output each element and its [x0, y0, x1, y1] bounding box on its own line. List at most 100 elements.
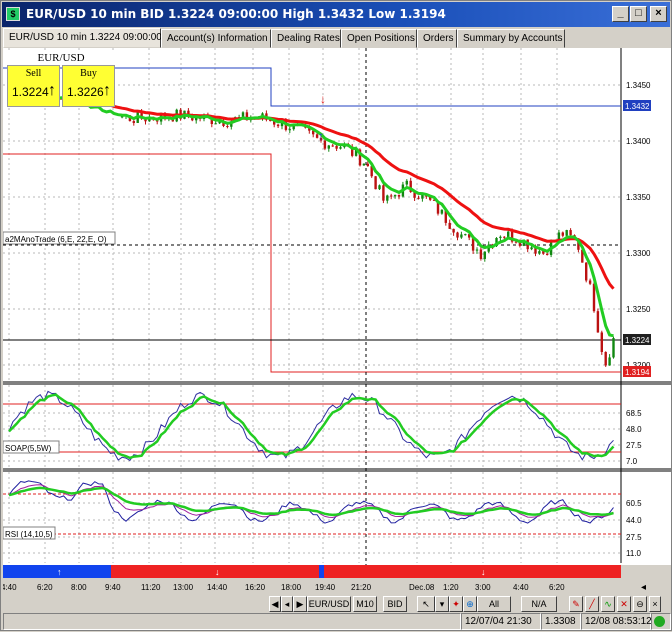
candle-body [588, 280, 592, 284]
candle-body [390, 195, 393, 197]
timeframe-button[interactable]: M10 [353, 596, 377, 612]
x-tick-label: 19:40 [315, 583, 336, 592]
title-bar[interactable]: $ EUR/USD 10 min BID 1.3224 09:00:00 Hig… [2, 2, 670, 27]
tab-label: Dealing Rates [277, 33, 340, 44]
candle-body [612, 338, 615, 358]
chart-window: $ EUR/USD 10 min BID 1.3224 09:00:00 Hig… [0, 0, 672, 631]
tab-label: Open Positions [347, 33, 415, 44]
buy-label: Buy [80, 68, 97, 79]
soap-tick-label: 27.5 [626, 441, 642, 450]
candle-body [366, 163, 369, 167]
scroll-right-icon[interactable]: ▶ [293, 596, 307, 612]
panel-separator [3, 468, 671, 472]
buy-price: 1.3226 [67, 85, 104, 99]
candle-body [460, 234, 463, 238]
cursor-tool-icon[interactable]: ↖ [417, 596, 435, 612]
buy-arrow-icon: ↑ [103, 82, 111, 99]
x-tick-label: 11:20 [141, 583, 161, 592]
symbol-button[interactable]: EUR/USD [307, 596, 351, 612]
scroll-back-icon[interactable]: ◂ [281, 596, 293, 612]
candle-body [339, 147, 342, 149]
candle-body [362, 163, 366, 166]
x-tick-label: 18:00 [281, 583, 302, 592]
buy-button[interactable]: Buy 1.3226 ↑ [62, 65, 115, 107]
candle-body [288, 129, 291, 131]
range-all-button[interactable]: All [477, 596, 511, 612]
tab-orders[interactable]: Orders [417, 29, 457, 48]
x-tick-label: 3:00 [475, 583, 491, 592]
tab-label: Orders [423, 33, 454, 44]
delete-icon[interactable]: ✕ [617, 596, 631, 612]
maximize-icon[interactable]: □ [630, 6, 647, 22]
tab-account-information[interactable]: Account(s) Information [161, 29, 271, 48]
zoom-out-icon[interactable]: ⊖ [633, 596, 647, 612]
x-tick-label: Dec.08 [409, 583, 435, 592]
soap-tick-label: 68.5 [626, 409, 642, 418]
candle-body [596, 311, 600, 333]
x-tick-label: 4:40 [513, 583, 529, 592]
candle-body [546, 253, 549, 255]
tab-dealing-rates[interactable]: Dealing Rates [271, 29, 341, 48]
tab-label: Summary by Accounts [463, 33, 563, 44]
quote-symbol: EUR/USD [7, 51, 115, 65]
status-empty [3, 613, 461, 630]
bid-ask-button[interactable]: BID [383, 596, 407, 612]
window-title: EUR/USD 10 min BID 1.3224 09:00:00 High … [26, 7, 446, 21]
scroll-end-icon: ◂ [641, 582, 646, 593]
candle-body [592, 283, 596, 312]
x-tick-label: 16:20 [245, 583, 266, 592]
candle-body [386, 195, 389, 201]
chart-area[interactable]: 1.3450 1.3400 1.3350 1.3300 1.3250 1.3200 ↓ ↑ 1.… [1, 48, 671, 596]
candle-body [499, 236, 502, 238]
chart-svg[interactable]: 1.34501.34001.33501.33001.32501.3200↓↑1.… [1, 48, 671, 596]
close-chart-icon[interactable]: × [649, 596, 661, 612]
tab-label: EUR/USD 10 min 1.3224 09:00:00 [9, 32, 162, 43]
x-tick-label: 9:40 [105, 583, 121, 592]
price-tick-label: 1.3300 [626, 249, 651, 258]
app-icon: $ [6, 7, 20, 21]
tab-open-positions[interactable]: Open Positions [341, 29, 417, 48]
signal-icon[interactable]: ✦ [449, 596, 463, 612]
pencil-icon[interactable]: ✎ [569, 596, 583, 612]
indicator-icon[interactable]: ∿ [601, 596, 615, 612]
signal-arrow-icon: ↑ [57, 567, 62, 577]
candle-body [405, 180, 408, 185]
x-tick-label: 6:20 [37, 583, 53, 592]
close-icon[interactable]: × [650, 6, 667, 22]
candle-body [378, 185, 381, 190]
candle-body [600, 332, 603, 352]
buy-signal-icon: ↑ [318, 129, 324, 143]
x-tick-label: 1:20 [443, 583, 459, 592]
candle-body [483, 251, 486, 259]
sell-price: 1.3224 [12, 85, 49, 99]
minimize-icon[interactable]: _ [612, 6, 629, 22]
candle-body [561, 232, 564, 236]
tab-chart[interactable]: EUR/USD 10 min 1.3224 09:00:00 [3, 28, 162, 48]
panel-separator [3, 381, 671, 385]
cursor-time: 12/07/04 21:30 [461, 613, 541, 630]
signal-arrow-icon: ↓ [215, 567, 220, 577]
candle-body [417, 197, 420, 199]
candle-body [604, 351, 607, 366]
x-tick-label: 13:00 [173, 583, 194, 592]
candle-body [452, 228, 455, 233]
scroll-left-icon[interactable]: ◀ [269, 596, 281, 612]
x-tick-label: 21:20 [351, 583, 372, 592]
na-button[interactable]: N/A [521, 596, 557, 612]
clock: 12/08 08:53:12 [581, 613, 652, 630]
x-tick-label: 14:40 [207, 583, 228, 592]
candle-body [585, 262, 588, 281]
price-marker-label: 1.3194 [625, 368, 650, 377]
line-tool-icon[interactable]: ╱ [585, 596, 599, 612]
candle-body [440, 209, 444, 214]
sell-button[interactable]: Sell 1.3224 ↑ [7, 65, 60, 107]
zoom-icon[interactable]: ⊕ [463, 596, 477, 612]
dropdown-icon[interactable]: ▾ [435, 596, 449, 612]
candle-body [479, 249, 483, 259]
rsi-tick-label: 27.5 [626, 533, 642, 542]
candle-body [464, 234, 467, 236]
tab-summary-by-accounts[interactable]: Summary by Accounts [457, 29, 565, 48]
candle-body [323, 140, 327, 149]
candle-body [507, 231, 510, 238]
status-bar: 12/07/04 21:30 1.3308 12/08 08:53:12 [3, 613, 671, 630]
